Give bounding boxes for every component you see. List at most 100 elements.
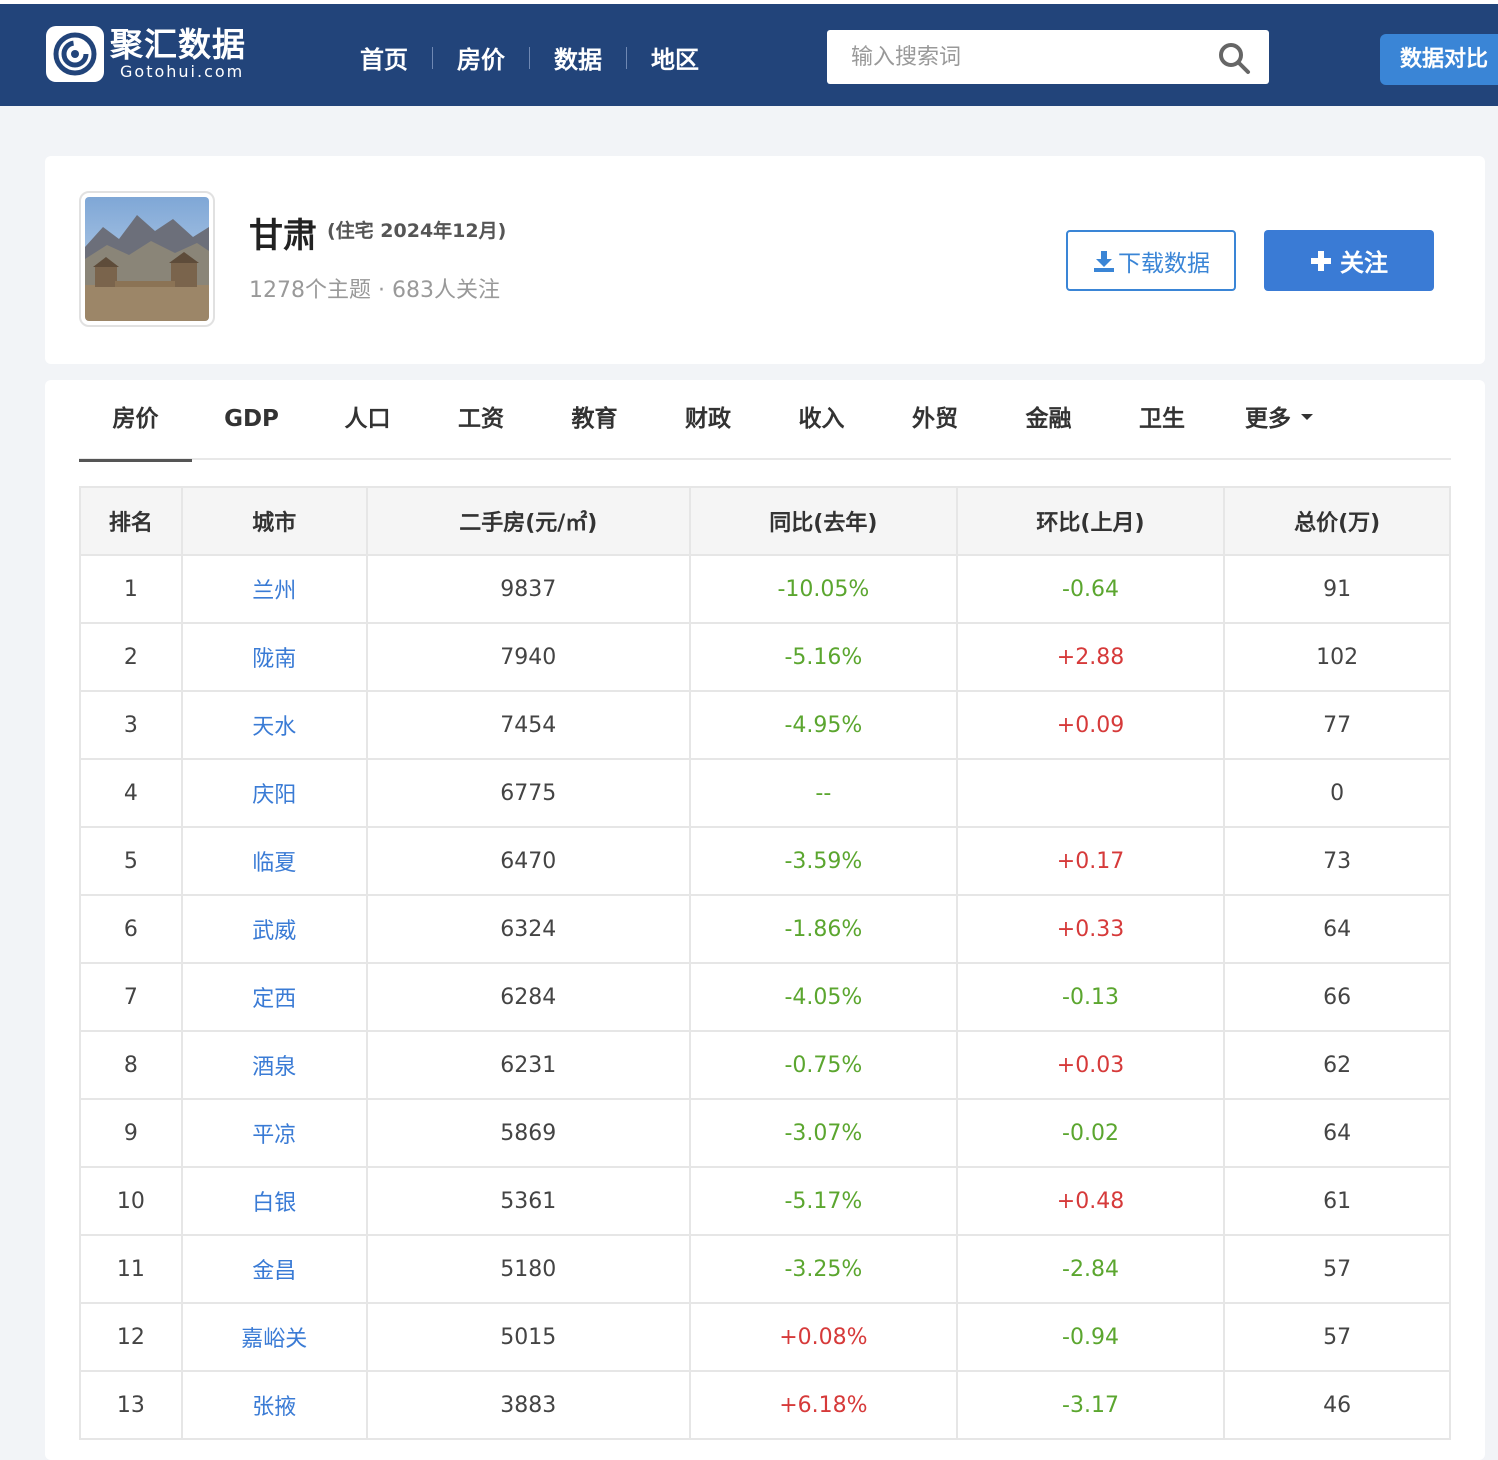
city-cell: 天水 bbox=[180, 690, 368, 760]
mom-cell: +0.33 bbox=[955, 894, 1226, 964]
col-rank[interactable]: 排名 bbox=[79, 486, 183, 556]
city-cell: 临夏 bbox=[180, 826, 368, 896]
total-cell: 62 bbox=[1223, 1030, 1451, 1100]
region-subtitle: (住宅 2024年12月) bbox=[327, 220, 507, 242]
table-row: 7 定西 6284 -4.05% -0.13 66 bbox=[79, 962, 1451, 1032]
total-cell: 64 bbox=[1223, 1098, 1451, 1168]
col-mom[interactable]: 环比(上月) bbox=[955, 486, 1226, 556]
col-total[interactable]: 总价(万) bbox=[1223, 486, 1451, 556]
mom-cell: +0.48 bbox=[955, 1166, 1226, 1236]
data-panel: 房价 GDP 人口 工资 教育 财政 收入 外贸 金融 卫生 更多 排名 城市 … bbox=[45, 380, 1485, 1460]
tab-house-price[interactable]: 房价 bbox=[79, 380, 192, 462]
total-cell: 73 bbox=[1223, 826, 1451, 896]
price-cell: 5869 bbox=[365, 1098, 692, 1168]
col-price[interactable]: 二手房(元/㎡) bbox=[365, 486, 692, 556]
table-row: 8 酒泉 6231 -0.75% +0.03 62 bbox=[79, 1030, 1451, 1100]
rank-cell: 12 bbox=[79, 1302, 183, 1372]
price-cell: 7454 bbox=[365, 690, 692, 760]
mom-cell: -0.64 bbox=[955, 554, 1226, 624]
city-cell: 平凉 bbox=[180, 1098, 368, 1168]
tab-population[interactable]: 人口 bbox=[311, 380, 424, 460]
nav-home[interactable]: 首页 bbox=[360, 40, 408, 75]
col-city[interactable]: 城市 bbox=[180, 486, 368, 556]
rank-cell: 5 bbox=[79, 826, 183, 896]
download-data-button[interactable]: 下载数据 bbox=[1066, 230, 1236, 291]
tab-salary[interactable]: 工资 bbox=[424, 380, 538, 460]
price-cell: 5180 bbox=[365, 1234, 692, 1304]
plus-icon bbox=[1311, 250, 1331, 271]
city-link[interactable]: 张掖 bbox=[252, 1395, 296, 1420]
city-link[interactable]: 兰州 bbox=[252, 579, 296, 604]
nav-divider bbox=[529, 46, 530, 69]
city-link[interactable]: 天水 bbox=[252, 715, 296, 740]
site-logo[interactable]: 聚汇数据 Gotohui.com bbox=[46, 26, 246, 82]
nav-region[interactable]: 地区 bbox=[651, 40, 699, 75]
rank-cell: 6 bbox=[79, 894, 183, 964]
compare-data-button[interactable]: 数据对比 bbox=[1380, 34, 1498, 85]
yoy-cell: -5.17% bbox=[689, 1166, 958, 1236]
rank-cell: 8 bbox=[79, 1030, 183, 1100]
tab-more[interactable]: 更多 bbox=[1219, 380, 1339, 460]
price-cell: 6324 bbox=[365, 894, 692, 964]
follow-button[interactable]: 关注 bbox=[1264, 230, 1434, 291]
table-row: 1 兰州 9837 -10.05% -0.64 91 bbox=[79, 554, 1451, 624]
yoy-cell: -4.95% bbox=[689, 690, 958, 760]
logo-domain: Gotohui.com bbox=[120, 62, 245, 81]
rank-cell: 11 bbox=[79, 1234, 183, 1304]
tab-education[interactable]: 教育 bbox=[538, 380, 651, 460]
table-row: 5 临夏 6470 -3.59% +0.17 73 bbox=[79, 826, 1451, 896]
table-row: 11 金昌 5180 -3.25% -2.84 57 bbox=[79, 1234, 1451, 1304]
table-row: 3 天水 7454 -4.95% +0.09 77 bbox=[79, 690, 1451, 760]
price-cell: 6231 bbox=[365, 1030, 692, 1100]
city-link[interactable]: 武威 bbox=[252, 919, 296, 944]
yoy-cell: -3.59% bbox=[689, 826, 958, 896]
yoy-cell: +6.18% bbox=[689, 1370, 958, 1440]
mom-cell: +2.88 bbox=[955, 622, 1226, 692]
city-link[interactable]: 白银 bbox=[252, 1191, 296, 1216]
tab-banking[interactable]: 金融 bbox=[992, 380, 1105, 460]
total-cell: 46 bbox=[1223, 1370, 1451, 1440]
logo-name: 聚汇数据 bbox=[110, 25, 246, 64]
tab-health[interactable]: 卫生 bbox=[1105, 380, 1219, 460]
city-link[interactable]: 金昌 bbox=[252, 1259, 296, 1284]
city-link[interactable]: 陇南 bbox=[252, 647, 296, 672]
table-row: 2 陇南 7940 -5.16% +2.88 102 bbox=[79, 622, 1451, 692]
tab-finance-gov[interactable]: 财政 bbox=[651, 380, 765, 460]
logo-swirl-icon bbox=[46, 26, 104, 82]
region-profile-card: 甘肃 (住宅 2024年12月) 1278个主题 · 683人关注 下载数据 关… bbox=[45, 156, 1485, 364]
tab-gdp[interactable]: GDP bbox=[192, 380, 311, 460]
city-cell: 庆阳 bbox=[180, 758, 368, 828]
city-link[interactable]: 定西 bbox=[252, 987, 296, 1012]
search-input[interactable] bbox=[827, 30, 1187, 84]
city-link[interactable]: 临夏 bbox=[252, 851, 296, 876]
table-row: 13 张掖 3883 +6.18% -3.17 46 bbox=[79, 1370, 1451, 1440]
table-header-row: 排名 城市 二手房(元/㎡) 同比(去年) 环比(上月) 总价(万) bbox=[79, 486, 1451, 556]
total-cell: 0 bbox=[1223, 758, 1451, 828]
tab-income[interactable]: 收入 bbox=[765, 380, 878, 460]
nav-divider bbox=[432, 46, 433, 69]
col-yoy[interactable]: 同比(去年) bbox=[689, 486, 958, 556]
city-link[interactable]: 平凉 bbox=[252, 1123, 296, 1148]
price-cell: 6470 bbox=[365, 826, 692, 896]
nav-data[interactable]: 数据 bbox=[554, 40, 602, 75]
follow-label: 关注 bbox=[1340, 249, 1388, 277]
region-title: 甘肃 bbox=[249, 216, 317, 256]
rank-cell: 1 bbox=[79, 554, 183, 624]
total-cell: 57 bbox=[1223, 1302, 1451, 1372]
city-cell: 酒泉 bbox=[180, 1030, 368, 1100]
yoy-cell: -0.75% bbox=[689, 1030, 958, 1100]
rank-cell: 7 bbox=[79, 962, 183, 1032]
yoy-cell: -5.16% bbox=[689, 622, 958, 692]
city-link[interactable]: 嘉峪关 bbox=[241, 1327, 307, 1352]
city-link[interactable]: 庆阳 bbox=[252, 783, 296, 808]
tab-foreign-trade[interactable]: 外贸 bbox=[878, 380, 992, 460]
nav-house-price[interactable]: 房价 bbox=[457, 40, 505, 75]
mom-cell: -0.02 bbox=[955, 1098, 1226, 1168]
city-link[interactable]: 酒泉 bbox=[252, 1055, 296, 1080]
city-cell: 张掖 bbox=[180, 1370, 368, 1440]
price-cell: 6284 bbox=[365, 962, 692, 1032]
yoy-cell: -10.05% bbox=[689, 554, 958, 624]
search-icon[interactable] bbox=[1217, 41, 1251, 75]
mom-cell: -3.17 bbox=[955, 1370, 1226, 1440]
mom-cell: -0.13 bbox=[955, 962, 1226, 1032]
